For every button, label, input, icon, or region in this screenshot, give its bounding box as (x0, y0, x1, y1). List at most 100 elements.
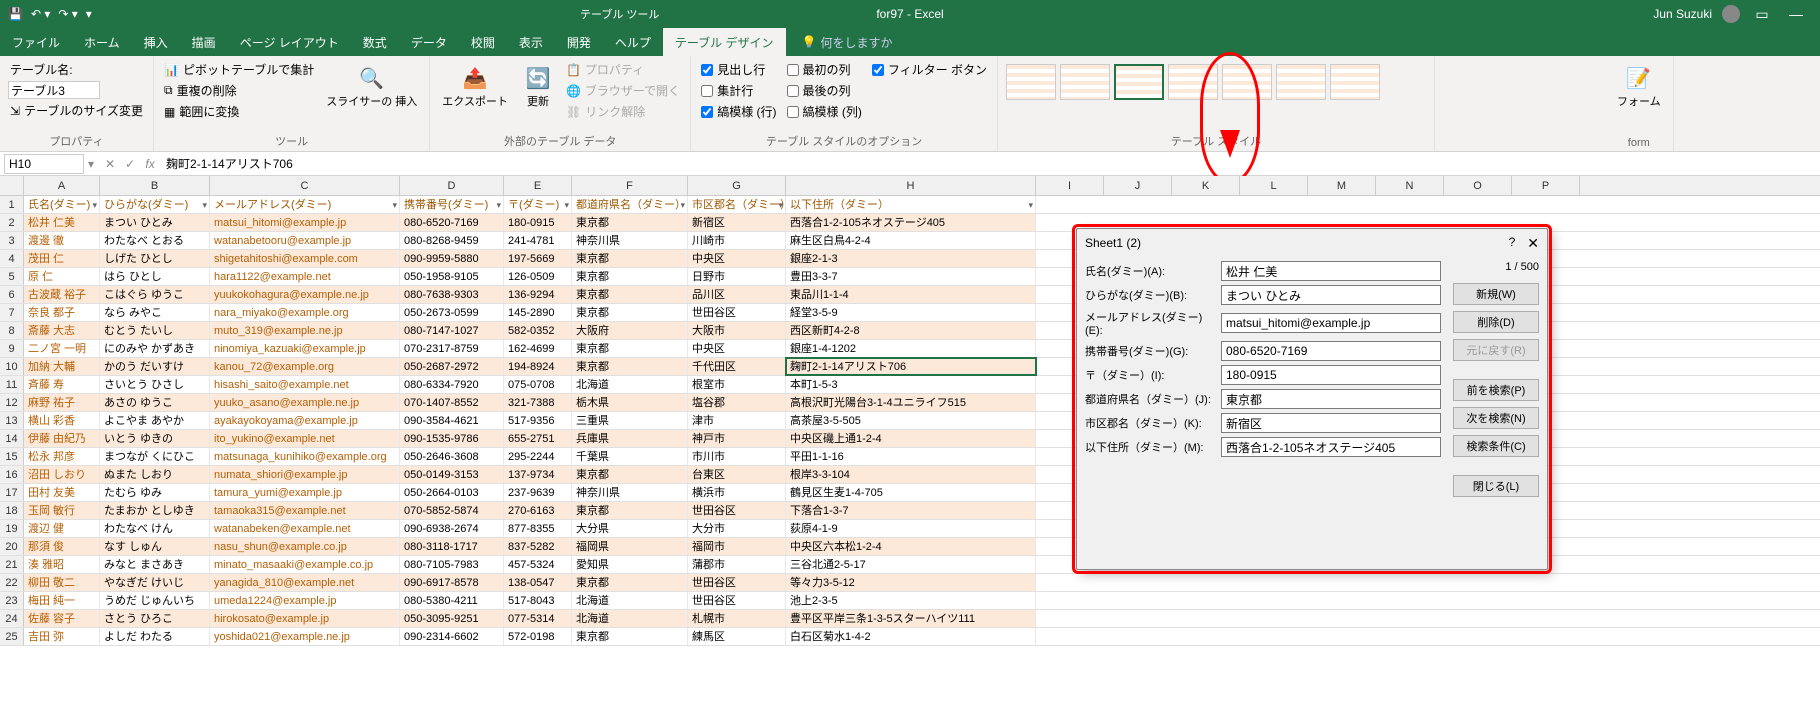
form-new-button[interactable]: 新規(W) (1453, 283, 1539, 305)
cell[interactable]: こはぐら ゆうこ (100, 286, 210, 303)
form-restore-button[interactable]: 元に戻す(R) (1453, 339, 1539, 361)
cell[interactable]: 090-1535-9786 (400, 430, 504, 447)
cell[interactable]: 横山 彩香 (24, 412, 100, 429)
cell[interactable]: 中央区 (688, 250, 786, 267)
cell[interactable]: 福岡市 (688, 538, 786, 555)
cell[interactable]: 東京都 (572, 268, 688, 285)
cell[interactable]: yuukokohagura@example.ne.jp (210, 286, 400, 303)
cell[interactable]: 市川市 (688, 448, 786, 465)
cell[interactable]: ito_yukino@example.net (210, 430, 400, 447)
cell[interactable]: 千葉県 (572, 448, 688, 465)
cell[interactable]: 837-5282 (504, 538, 572, 555)
cell[interactable]: 那須 俊 (24, 538, 100, 555)
cell[interactable]: hirokosato@example.jp (210, 610, 400, 627)
cell[interactable]: 豊田3-3-7 (786, 268, 1036, 285)
cell[interactable]: しげた ひとし (100, 250, 210, 267)
cell[interactable]: kanou_72@example.org (210, 358, 400, 375)
table-column-header[interactable]: 携帯番号(ダミー) (400, 196, 504, 213)
cell[interactable]: 白石区菊水1-4-2 (786, 628, 1036, 645)
cell[interactable]: 東京都 (572, 574, 688, 591)
cell[interactable]: みなと まさあき (100, 556, 210, 573)
banded-rows-checkbox[interactable]: 縞模様 (行) (699, 102, 778, 121)
row-header[interactable]: 19 (0, 520, 24, 537)
cell[interactable]: 津市 (688, 412, 786, 429)
cell[interactable]: 沼田 しおり (24, 466, 100, 483)
cell[interactable]: たむら ゆみ (100, 484, 210, 501)
cell[interactable]: わたなべ とおる (100, 232, 210, 249)
cell[interactable]: watanabeken@example.net (210, 520, 400, 537)
cell[interactable]: muto_319@example.ne.jp (210, 322, 400, 339)
cell[interactable]: 高根沢町光陽台3-1-4ユニライフ515 (786, 394, 1036, 411)
cell[interactable]: 下落合1-3-7 (786, 502, 1036, 519)
cell[interactable]: 050-2664-0103 (400, 484, 504, 501)
cell[interactable]: 西落合1-2-105ネオステージ405 (786, 214, 1036, 231)
cell[interactable]: tamaoka315@example.net (210, 502, 400, 519)
cell[interactable]: 241-4781 (504, 232, 572, 249)
open-in-browser-button[interactable]: 🌐ブラウザーで開く (564, 81, 682, 100)
col-header[interactable]: B (100, 176, 210, 195)
cell[interactable]: 愛知県 (572, 556, 688, 573)
cell[interactable]: 神奈川県 (572, 484, 688, 501)
cell[interactable]: 北海道 (572, 376, 688, 393)
row-header[interactable]: 12 (0, 394, 24, 411)
cell[interactable]: 090-9959-5880 (400, 250, 504, 267)
cell[interactable]: 126-0509 (504, 268, 572, 285)
cell[interactable]: 川崎市 (688, 232, 786, 249)
row-header[interactable]: 8 (0, 322, 24, 339)
ext-properties-button[interactable]: 📋プロパティ (564, 60, 682, 79)
cell[interactable]: 麻生区白鳥4-2-4 (786, 232, 1036, 249)
cell[interactable]: 北海道 (572, 610, 688, 627)
fx-icon[interactable]: fx (140, 157, 160, 171)
form-field-input[interactable] (1221, 285, 1441, 305)
cell[interactable]: 136-9294 (504, 286, 572, 303)
tab-data[interactable]: データ (399, 28, 459, 56)
cell[interactable]: 080-7105-7983 (400, 556, 504, 573)
col-header[interactable]: L (1240, 176, 1308, 195)
cell[interactable]: 伊藤 由紀乃 (24, 430, 100, 447)
style-swatch[interactable] (1330, 64, 1380, 100)
row-header[interactable]: 6 (0, 286, 24, 303)
table-column-header[interactable]: メールアドレス(ダミー) (210, 196, 400, 213)
style-swatch[interactable] (1222, 64, 1272, 100)
insert-slicer-button[interactable]: 🔍 スライサーの 挿入 (322, 60, 421, 111)
style-swatch[interactable] (1060, 64, 1110, 100)
row-header[interactable]: 9 (0, 340, 24, 357)
cell[interactable]: 572-0198 (504, 628, 572, 645)
col-header[interactable]: I (1036, 176, 1104, 195)
cell[interactable]: 本町1-5-3 (786, 376, 1036, 393)
cell[interactable]: 加納 大輔 (24, 358, 100, 375)
cell[interactable]: 050-3095-9251 (400, 610, 504, 627)
form-find-next-button[interactable]: 次を検索(N) (1453, 407, 1539, 429)
cell[interactable]: 麻野 祐子 (24, 394, 100, 411)
export-button[interactable]: 📤 エクスポート (438, 60, 512, 111)
cell[interactable]: 千代田区 (688, 358, 786, 375)
cell[interactable]: 蒲郡市 (688, 556, 786, 573)
cell[interactable]: 145-2890 (504, 304, 572, 321)
cell[interactable]: 世田谷区 (688, 574, 786, 591)
table-column-header[interactable]: 市区郡名（ダミー） (688, 196, 786, 213)
form-field-input[interactable] (1221, 413, 1441, 433)
cell[interactable]: たまおか としゆき (100, 502, 210, 519)
cell[interactable]: matsui_hitomi@example.jp (210, 214, 400, 231)
cell[interactable]: 佐藤 容子 (24, 610, 100, 627)
cell[interactable]: 平田1-1-16 (786, 448, 1036, 465)
cell[interactable]: 077-5314 (504, 610, 572, 627)
cell[interactable]: nara_miyako@example.org (210, 304, 400, 321)
cell[interactable]: 050-2687-2972 (400, 358, 504, 375)
cell[interactable]: よこやま あやか (100, 412, 210, 429)
col-header[interactable]: O (1444, 176, 1512, 195)
form-field-input[interactable] (1221, 261, 1441, 281)
cell[interactable]: いとう ゆきの (100, 430, 210, 447)
cell[interactable]: 斉藤 寿 (24, 376, 100, 393)
cell[interactable]: 経堂3-5-9 (786, 304, 1036, 321)
cell[interactable]: 517-9356 (504, 412, 572, 429)
style-swatch[interactable] (1168, 64, 1218, 100)
row-header[interactable]: 7 (0, 304, 24, 321)
cell[interactable]: やなぎだ けいじ (100, 574, 210, 591)
col-header[interactable]: J (1104, 176, 1172, 195)
unlink-button[interactable]: ⛓リンク解除 (564, 102, 682, 121)
accept-formula-icon[interactable]: ✓ (120, 157, 140, 171)
cell[interactable]: hara1122@example.net (210, 268, 400, 285)
cell[interactable]: 582-0352 (504, 322, 572, 339)
cell[interactable]: かのう だいすけ (100, 358, 210, 375)
